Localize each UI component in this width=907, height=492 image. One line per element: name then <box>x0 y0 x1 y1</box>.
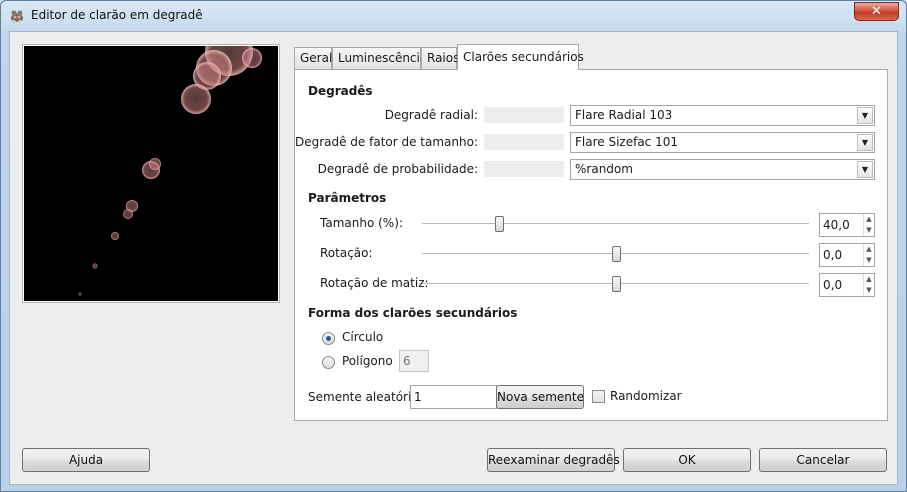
rotation-value: 0,0 <box>823 248 843 262</box>
tab-luminescencia[interactable]: Luminescência <box>332 47 427 70</box>
ok-button[interactable]: OK <box>623 448 751 472</box>
new-seed-button[interactable]: Nova semente <box>496 385 584 409</box>
dialog-window: Editor de clarão em degradê ✕ Geral Lumi… <box>0 0 907 492</box>
polygon-sides-input[interactable]: 6 <box>399 350 429 372</box>
flare-bubble <box>92 263 98 269</box>
chevron-down-icon[interactable]: ▼ <box>857 134 873 151</box>
title-bar: Editor de clarão em degradê ✕ <box>1 1 906 31</box>
probability-gradient-label: Degradê de probabilidade: <box>317 162 478 176</box>
dialog-content: Geral Luminescência Raios Clarões secund… <box>9 31 898 485</box>
parameters-section-title: Parâmetros <box>308 191 387 205</box>
probability-gradient-value: %random <box>575 162 633 176</box>
close-icon: ✕ <box>871 4 882 19</box>
help-button[interactable]: Ajuda <box>22 448 150 472</box>
hue-rotation-label: Rotação de matiz: <box>320 276 429 290</box>
window-title: Editor de clarão em degradê <box>31 8 203 22</box>
close-window-button[interactable]: ✕ <box>854 2 899 21</box>
hue-rotation-value: 0,0 <box>823 278 843 292</box>
radial-gradient-select[interactable]: Flare Radial 103 ▼ <box>570 105 875 126</box>
ok-label: OK <box>678 453 696 467</box>
rotation-label: Rotação: <box>320 246 373 260</box>
gimp-app-icon <box>11 10 23 24</box>
randomize-label[interactable]: Randomizar <box>610 389 682 403</box>
rotation-spinbutton[interactable]: 0,0 ▲ ▼ <box>819 243 875 267</box>
chevron-down-icon[interactable]: ▼ <box>857 107 873 124</box>
size-factor-gradient-select[interactable]: Flare Sizefac 101 ▼ <box>570 132 875 153</box>
gradients-section-title: Degradês <box>308 84 373 98</box>
size-value: 40,0 <box>823 218 850 232</box>
circle-radio[interactable] <box>322 332 335 345</box>
tab-label: Raios <box>427 51 460 65</box>
size-spinbutton[interactable]: 40,0 ▲ ▼ <box>819 213 875 237</box>
flare-bubble <box>181 84 211 114</box>
circle-radio-label[interactable]: Círculo <box>342 330 383 344</box>
spin-up-icon[interactable]: ▲ <box>863 274 874 285</box>
probability-gradient-select[interactable]: %random ▼ <box>570 159 875 180</box>
hue-rotation-spinbutton[interactable]: 0,0 ▲ ▼ <box>819 273 875 297</box>
seed-value: 1 <box>414 390 422 404</box>
spin-up-icon[interactable]: ▲ <box>863 214 874 225</box>
cancel-button[interactable]: Cancelar <box>759 448 887 472</box>
polygon-radio[interactable] <box>322 356 335 369</box>
polygon-radio-label[interactable]: Polígono <box>342 354 393 368</box>
randomize-checkbox[interactable] <box>592 390 605 403</box>
rescan-label: Reexaminar degradês <box>488 453 620 467</box>
seed-label: Semente aleatória: <box>308 390 423 404</box>
tab-claroes-secundarios[interactable]: Clarões secundários <box>457 44 584 70</box>
spin-down-icon[interactable]: ▼ <box>863 225 874 236</box>
probability-gradient-swatch <box>484 161 564 177</box>
size-factor-gradient-swatch <box>484 134 564 150</box>
cancel-label: Cancelar <box>796 453 850 467</box>
flare-bubble <box>149 158 161 170</box>
flare-bubble <box>123 209 133 219</box>
radial-gradient-swatch <box>484 107 564 123</box>
new-seed-label: Nova semente <box>497 390 584 404</box>
shape-section-title: Forma dos clarões secundários <box>308 306 518 320</box>
spin-down-icon[interactable]: ▼ <box>863 285 874 296</box>
size-factor-gradient-label: Degradê de fator de tamanho: <box>294 135 478 149</box>
flare-bubble <box>111 232 119 240</box>
tab-label: Geral <box>300 51 333 65</box>
hue-rotation-slider-handle[interactable] <box>611 276 621 292</box>
rotation-slider-handle[interactable] <box>611 246 621 262</box>
size-label: Tamanho (%): <box>320 216 403 230</box>
preview-frame <box>22 44 280 303</box>
size-slider-handle[interactable] <box>495 216 505 232</box>
tab-label: Luminescência <box>338 51 428 65</box>
polygon-sides-value: 6 <box>403 354 411 368</box>
flare-preview-canvas <box>24 46 278 301</box>
tab-raios[interactable]: Raios <box>421 47 460 70</box>
seed-spinbutton[interactable]: 1 ▲ ▼ <box>410 385 505 409</box>
rescan-gradients-button[interactable]: Reexaminar degradês <box>487 448 620 472</box>
flare-bubble <box>242 48 262 68</box>
chevron-down-icon[interactable]: ▼ <box>857 161 873 178</box>
tab-label: Clarões secundários <box>463 50 584 64</box>
help-label: Ajuda <box>68 453 104 467</box>
radial-gradient-value: Flare Radial 103 <box>575 108 673 122</box>
spin-down-icon[interactable]: ▼ <box>863 255 874 266</box>
size-slider[interactable] <box>422 223 809 225</box>
flare-bubble <box>78 292 82 296</box>
tab-panel: Degradês Degradê radial: Flare Radial 10… <box>294 69 888 421</box>
tab-geral[interactable]: Geral <box>294 47 332 70</box>
spin-up-icon[interactable]: ▲ <box>863 244 874 255</box>
size-factor-gradient-value: Flare Sizefac 101 <box>575 135 678 149</box>
radial-gradient-label: Degradê radial: <box>384 108 478 122</box>
